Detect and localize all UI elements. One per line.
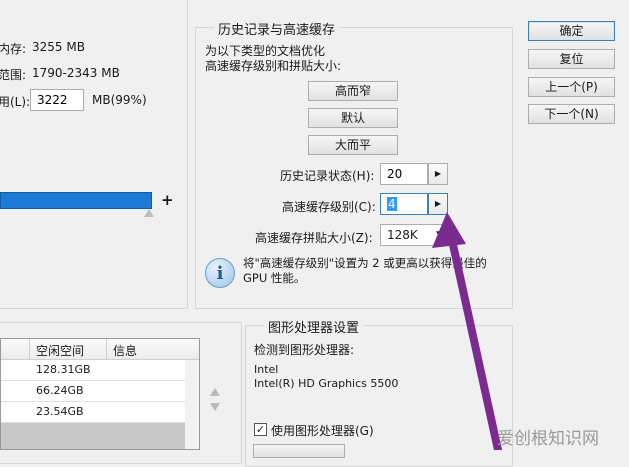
- memory-use-input[interactable]: [30, 89, 84, 111]
- memory-usage-group: [0, 0, 188, 309]
- free-space-cell: 66.24GB: [36, 384, 84, 397]
- available-memory-label: 内存:: [0, 42, 27, 56]
- move-up-icon[interactable]: [210, 388, 220, 396]
- history-states-spin-button[interactable]: ▶: [428, 163, 448, 185]
- table-row[interactable]: 128.31GB: [1, 360, 185, 381]
- next-button[interactable]: 下一个(N): [528, 104, 615, 124]
- memory-use-percent: MB(99%): [92, 93, 147, 107]
- history-states-label: 历史记录状态(H):: [280, 169, 375, 183]
- column-header-free-space[interactable]: 空闲空间: [36, 342, 84, 359]
- tile-size-select[interactable]: 128K ▼: [380, 224, 448, 246]
- table-header: 空闲空间 信息: [1, 339, 199, 360]
- use-gpu-label: 使用图形处理器(G): [271, 424, 374, 438]
- tile-size-value: 128K: [387, 228, 418, 242]
- cache-levels-label: 高速缓存级别(C):: [282, 200, 376, 214]
- info-icon: i: [205, 258, 235, 288]
- available-memory-value: 3255 MB: [32, 40, 85, 54]
- free-space-cell: 23.54GB: [36, 405, 84, 418]
- column-header-info[interactable]: 信息: [113, 342, 137, 359]
- table-row[interactable]: 66.24GB: [1, 381, 185, 402]
- tile-size-label: 高速缓存拼贴大小(Z):: [255, 231, 373, 245]
- ideal-range-value: 1790-2343 MB: [32, 66, 120, 80]
- advanced-settings-button[interactable]: [253, 444, 345, 458]
- cache-levels-value: 4: [387, 197, 397, 211]
- scratch-disks-table: 空闲空间 信息 128.31GB 66.24GB 23.54GB: [0, 338, 200, 450]
- gpu-settings-title: 图形处理器设置: [264, 317, 364, 336]
- previous-button[interactable]: 上一个(P): [528, 77, 615, 97]
- use-gpu-checkbox[interactable]: ✓: [254, 423, 267, 436]
- gpu-detected-label: 检测到图形处理器:: [254, 343, 355, 357]
- default-button[interactable]: 默认: [308, 108, 398, 128]
- big-and-flat-button[interactable]: 大而平: [308, 135, 398, 155]
- chevron-down-icon: ▼: [436, 230, 443, 240]
- gpu-info-text-line1: 将"高速缓存级别"设置为 2 或更高以获得最佳的: [243, 256, 487, 270]
- free-space-cell: 128.31GB: [36, 363, 91, 376]
- memory-use-label: 用(L):: [0, 95, 31, 109]
- gpu-info-text-line2: GPU 性能。: [243, 271, 306, 285]
- ok-button[interactable]: 确定: [528, 21, 615, 41]
- gpu-model: Intel(R) HD Graphics 5500: [254, 377, 399, 390]
- move-down-icon[interactable]: [210, 403, 220, 411]
- history-states-input[interactable]: [380, 163, 428, 185]
- cache-levels-input[interactable]: 4: [380, 193, 428, 215]
- history-cache-title: 历史记录与高速缓存: [214, 19, 340, 38]
- watermark-text: 爱创根知识网: [497, 429, 599, 449]
- memory-slider-plus: +: [161, 191, 174, 209]
- table-scrollbar[interactable]: [185, 360, 199, 449]
- ideal-range-label: 范围:: [0, 68, 27, 82]
- table-row[interactable]: 23.54GB: [1, 402, 185, 423]
- reset-button[interactable]: 复位: [528, 49, 615, 69]
- tall-and-thin-button[interactable]: 高而窄: [308, 81, 398, 101]
- optimize-text-line2: 高速缓存级别和拼贴大小:: [205, 59, 342, 73]
- gpu-vendor: Intel: [254, 363, 279, 376]
- memory-slider-track[interactable]: [0, 192, 152, 209]
- memory-slider-thumb[interactable]: [144, 209, 154, 217]
- cache-levels-spin-button[interactable]: ▶: [428, 193, 448, 215]
